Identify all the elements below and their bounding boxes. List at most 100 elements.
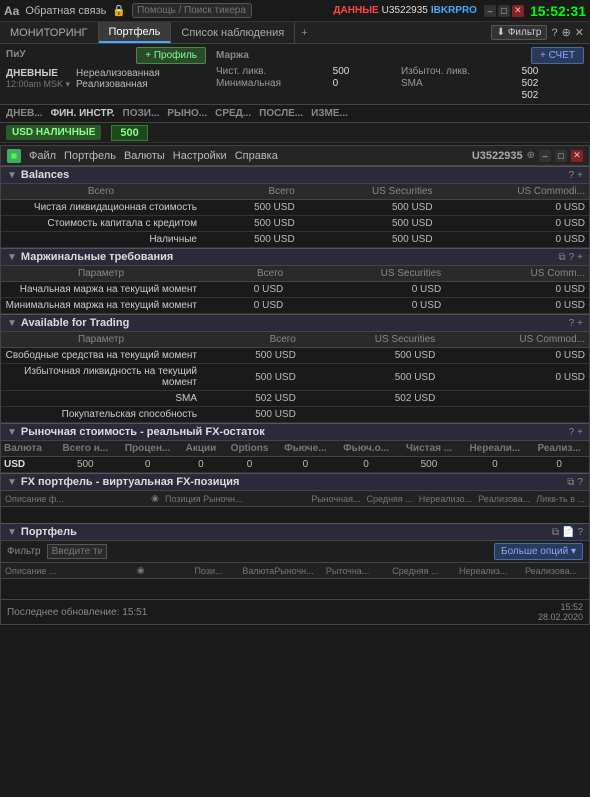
fx-market-arrow-icon[interactable]: ▼ xyxy=(7,427,17,438)
close-btn[interactable]: ✕ xyxy=(512,5,524,17)
filter-input[interactable] xyxy=(47,544,107,559)
tab-monitoring[interactable]: МОНИТОРИНГ xyxy=(0,22,99,43)
fx-portfolio-copy-icon[interactable]: ⧉ xyxy=(567,477,574,488)
close-tab-icon[interactable]: ✕ xyxy=(575,26,584,39)
fx-row1-realized: 0 xyxy=(529,457,589,473)
sub-dnev[interactable]: ДНЕВ... xyxy=(6,108,43,119)
portfolio-sec-header: ▼ Портфель ⧉ 📄 ? xyxy=(1,523,589,541)
fx-market-title: Рыночная стоимость - реальный FX-остаток xyxy=(21,426,565,438)
balances-add-icon[interactable]: + xyxy=(577,170,583,181)
fxp-col-8: Ликв-ть в ... xyxy=(536,494,585,504)
portfolio-sec-arrow-icon[interactable]: ▼ xyxy=(7,527,17,538)
margin-copy-icon[interactable]: ⧉ xyxy=(558,252,565,263)
help-icon[interactable]: ? xyxy=(551,27,557,39)
margin-col-param: Параметр xyxy=(1,266,201,282)
window-app-icon: ◼ xyxy=(7,149,21,163)
margin-info-icon[interactable]: ? xyxy=(569,252,575,263)
menu-portfolio[interactable]: Портфель xyxy=(64,150,116,162)
fx-row1-stocks: 0 xyxy=(179,457,223,473)
pcol-2: ◉ xyxy=(107,565,175,576)
w2-maximize-btn[interactable]: □ xyxy=(555,150,567,162)
window-account-id: U3522935 xyxy=(472,150,523,162)
portfolio-header-section: ПиУ + Профиль ДНЕВНЫЕ 12:00am MSK ▾ Нере… xyxy=(0,44,590,105)
user-id: U3522935 xyxy=(382,5,428,16)
maximize-btn[interactable]: □ xyxy=(498,5,510,17)
schet-btn[interactable]: + СЧЕТ xyxy=(531,47,584,64)
filter-label: Фильтр xyxy=(7,546,41,557)
avail-row1-total: 500 USD xyxy=(201,348,300,364)
data-label: ДАННЫЕ xyxy=(333,5,378,16)
search-input[interactable] xyxy=(132,3,252,18)
available-arrow-icon[interactable]: ▼ xyxy=(7,318,17,329)
avail-row3-label: SMA xyxy=(1,391,201,407)
sub-posle[interactable]: ПОСЛЕ... xyxy=(259,108,303,119)
fx-row1-unrealized: 0 xyxy=(461,457,530,473)
margin-icons: ⧉ ? + xyxy=(558,252,583,263)
portfolio-sec-copy-icon[interactable]: ⧉ xyxy=(552,527,559,538)
minimize-btn[interactable]: – xyxy=(484,5,496,17)
fx-col-net: Чистая ... xyxy=(397,441,460,457)
avail-row1-us-sec: 500 USD xyxy=(300,348,440,364)
fx-portfolio-info-icon[interactable]: ? xyxy=(577,477,583,488)
balances-info-icon[interactable]: ? xyxy=(569,170,575,181)
portfolio-sec-info-icon[interactable]: ? xyxy=(577,527,583,538)
pcol-7: Нереализ... xyxy=(449,566,517,576)
table-row: Покупательская способность 500 USD xyxy=(1,407,589,423)
portfolio-sec-file-icon[interactable]: 📄 xyxy=(562,527,574,538)
window-help-icon[interactable]: ⊕ xyxy=(527,150,535,161)
menu-currencies[interactable]: Валюты xyxy=(124,150,165,162)
profile-btn[interactable]: + Профиль xyxy=(136,47,206,64)
tab-portfolio[interactable]: Портфель xyxy=(99,22,172,43)
fx-col-total: Всего н... xyxy=(54,441,116,457)
font-label[interactable]: Aa xyxy=(4,4,19,18)
available-add-icon[interactable]: + xyxy=(577,318,583,329)
table-row: Чистая ликвидационная стоимость 500 USD … xyxy=(1,200,589,216)
second-window: ◼ Файл Портфель Валюты Настройки Справка… xyxy=(0,145,590,625)
margin-col-us-com: US Comm... xyxy=(445,266,589,282)
fxp-col-4: Рыночная... xyxy=(311,494,360,504)
tabs-right: ⬇ Фильтр ? ⊕ ✕ xyxy=(491,25,590,40)
sub-sred[interactable]: СРЕД... xyxy=(215,108,251,119)
filter-btn[interactable]: ⬇ Фильтр xyxy=(491,25,548,40)
margin-add-icon[interactable]: + xyxy=(577,252,583,263)
table-row: Стоимость капитала с кредитом 500 USD 50… xyxy=(1,216,589,232)
margin-arrow-icon[interactable]: ▼ xyxy=(7,252,17,263)
bal-row1-us-com: 0 USD xyxy=(437,200,589,216)
fx-row1-net: 500 xyxy=(397,457,460,473)
margin-title: Маржинальные требования xyxy=(21,251,555,263)
margin-row1-us-sec: 0 USD xyxy=(287,282,445,298)
fx-row1-percent: 0 xyxy=(117,457,179,473)
fx-portfolio-arrow-icon[interactable]: ▼ xyxy=(7,477,17,488)
balances-header: ▼ Balances ? + xyxy=(1,166,589,184)
sub-izme[interactable]: ИЗМЕ... xyxy=(311,108,348,119)
menu-help[interactable]: Справка xyxy=(235,150,278,162)
sub-ryno[interactable]: РЫНО... xyxy=(167,108,207,119)
balances-arrow-icon[interactable]: ▼ xyxy=(7,170,17,181)
lock-icon[interactable]: 🔒 xyxy=(112,4,126,17)
avail-row4-label: Покупательская способность xyxy=(1,407,201,423)
sub-fin-instr[interactable]: ФИН. ИНСТР. xyxy=(51,108,115,119)
fx-row1-fut-opt: 0 xyxy=(335,457,398,473)
w2-minimize-btn[interactable]: – xyxy=(539,150,551,162)
bottom-date: 28.02.2020 xyxy=(538,612,583,622)
menu-file[interactable]: Файл xyxy=(29,150,56,162)
bal-row3-label: Наличные xyxy=(1,232,201,248)
daily-time[interactable]: 12:00am MSK ▾ xyxy=(6,79,70,90)
tab-add-btn[interactable]: + xyxy=(295,24,313,42)
sub-pozi[interactable]: ПОЗИ... xyxy=(123,108,160,119)
margin-col-us-sec: US Securities xyxy=(287,266,445,282)
fx-col-options: Options xyxy=(223,441,276,457)
fx-market-info-icon[interactable]: ? xyxy=(569,427,575,438)
tab-watchlist[interactable]: Список наблюдения xyxy=(171,22,295,43)
pcol-8: Реализова... xyxy=(517,566,585,576)
menu-settings[interactable]: Настройки xyxy=(173,150,227,162)
link-icon[interactable]: ⊕ xyxy=(562,26,571,39)
fx-row1-currency: USD xyxy=(1,457,54,473)
fx-market-add-icon[interactable]: + xyxy=(577,427,583,438)
more-options-btn[interactable]: Больше опций ▾ xyxy=(494,543,583,560)
fx-portfolio-header: ▼ FX портфель - виртуальная FX-позиция ⧉… xyxy=(1,473,589,491)
available-info-icon[interactable]: ? xyxy=(569,318,575,329)
w2-close-btn[interactable]: ✕ xyxy=(571,150,583,162)
bottom-time: 15:52 28.02.2020 xyxy=(538,602,583,622)
feedback-link[interactable]: Обратная связь xyxy=(25,5,106,17)
